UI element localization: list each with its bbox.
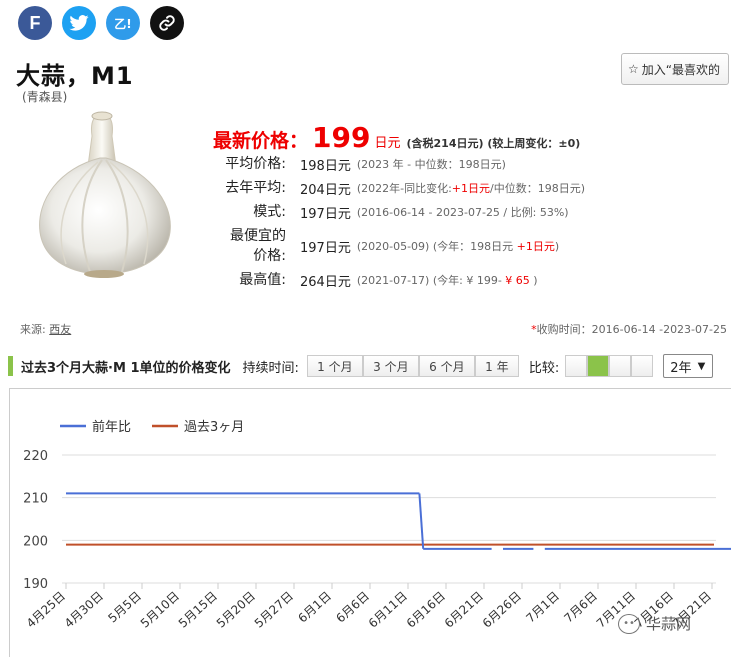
twitter-share-button[interactable] <box>62 6 96 40</box>
compare-toggle-active[interactable] <box>587 355 610 377</box>
stat-row-cheapest: 最便宜的价格: 197日元 (2020-05-09) (今年：198日元 +1日… <box>210 224 730 268</box>
x-tick-label: 4月30日 <box>62 589 106 631</box>
x-tick-label: 6月26日 <box>480 589 524 631</box>
share-bar: F 乙! <box>18 6 184 40</box>
stat-note-change: ¥ 65 <box>505 274 530 287</box>
stat-value: 197日元 <box>300 206 351 222</box>
chart-section-title: 过去3个月大蒜·M 1单位的价格变化 <box>21 360 231 376</box>
stat-note: (2023 年 - 中位数：198日元) <box>356 158 506 171</box>
y-tick-label: 200 <box>23 534 48 549</box>
stat-row-average: 平均价格: 198日元 (2023 年 - 中位数：198日元) <box>210 152 730 176</box>
stat-note-post: ) <box>529 274 538 287</box>
compare-toggle[interactable] <box>631 355 654 377</box>
product-title: 大蒜，M1 <box>16 62 134 90</box>
stat-note-pre: (2022年-同比变化: <box>356 182 452 195</box>
duration-6-months-button[interactable]: 6 个月 <box>418 355 475 377</box>
link-icon <box>159 15 175 31</box>
y-tick-label: 190 <box>23 577 48 592</box>
x-tick-label: 5月27日 <box>252 589 296 631</box>
stat-value: 197日元 <box>300 240 351 256</box>
latest-price-note: (含税214日元) (较上周变化：±0) <box>406 137 581 150</box>
stat-value: 198日元 <box>300 158 351 174</box>
stat-value: 264日元 <box>300 274 351 290</box>
legend-label: 前年比 <box>92 419 131 435</box>
stat-note-post: /中位数：198日元) <box>490 182 586 195</box>
stat-note: (2020-05-09) (今年：198日元 +1日元) <box>357 238 559 254</box>
copy-link-button[interactable] <box>150 6 184 40</box>
duration-label: 持续时间: <box>242 360 299 376</box>
y-tick-label: 220 <box>23 449 48 464</box>
x-tick-label: 6月21日 <box>442 589 486 631</box>
product-location: (青森县) <box>22 90 68 104</box>
watermark: •• 华蒜网 <box>618 613 691 634</box>
stat-note: (2021-07-17) (今年: ¥ 199- ¥ 65 ) <box>357 272 538 288</box>
x-tick-label: 6月16日 <box>404 589 448 631</box>
stat-note-pre: (2021-07-17) (今年: ¥ 199- <box>356 274 506 287</box>
price-stats: 平均价格: 198日元 (2023 年 - 中位数：198日元) 去年平均: 2… <box>210 152 730 292</box>
y-tick-label: 210 <box>23 492 48 507</box>
add-favorite-label: 加入“最喜欢的 <box>641 62 720 77</box>
duration-3-months-button[interactable]: 3 个月 <box>362 355 419 377</box>
star-outline-icon: ☆ <box>628 62 639 76</box>
stat-note-change: +1日元 <box>516 240 555 253</box>
period-select-value: 2年 <box>670 360 692 376</box>
add-favorite-button[interactable]: ☆ 加入“最喜欢的 <box>621 53 729 85</box>
x-tick-label: 6月11日 <box>366 589 410 631</box>
latest-price-value: 199 <box>312 121 371 154</box>
source-label: 来源: <box>20 323 46 336</box>
collection-period-text: 收购时间：2016-06-14 -2023-07-25 <box>536 323 727 336</box>
stat-label: 最便宜的价格: <box>230 228 286 264</box>
stat-note-change: +1日元 <box>451 182 491 195</box>
other-share-button[interactable]: 乙! <box>106 6 140 40</box>
watermark-text: 华蒜网 <box>646 615 692 633</box>
duration-buttons: 1 个月 3 个月 6 个月 1 年 <box>306 355 519 377</box>
chevron-down-icon: ▼ <box>697 360 706 372</box>
stat-row-highest: 最高值: 264日元 (2021-07-17) (今年: ¥ 199- ¥ 65… <box>210 268 730 292</box>
stat-value: 204日元 <box>300 182 351 198</box>
legend-label: 過去3ヶ月 <box>184 420 244 435</box>
source: 来源: 西友 <box>20 321 71 337</box>
collection-period: *收购时间：2016-06-14 -2023-07-25 <box>531 321 727 337</box>
stat-label: 模式: <box>253 204 286 220</box>
latest-price: 最新价格： 199 日元 (含税214日元) (较上周变化：±0) <box>213 121 580 154</box>
duration-1-year-button[interactable]: 1 年 <box>474 355 519 377</box>
chart-toolbar: 过去3个月大蒜·M 1单位的价格变化 持续时间: 1 个月 3 个月 6 个月 … <box>8 354 731 378</box>
latest-price-unit: 日元 <box>374 136 401 151</box>
twitter-icon <box>69 15 89 31</box>
stat-row-last-year: 去年平均: 204日元 (2022年-同比变化:+1日元/中位数：198日元) <box>210 176 730 200</box>
x-tick-label: 5月20日 <box>214 589 258 631</box>
compare-label: 比较: <box>528 360 560 376</box>
period-select[interactable]: 2年 ▼ <box>663 354 714 378</box>
compare-toggles <box>565 355 654 377</box>
x-tick-label: 6月1日 <box>295 589 334 626</box>
x-tick-label: 7月1日 <box>523 589 562 626</box>
source-link[interactable]: 西友 <box>49 323 71 336</box>
stat-note-pre: (2020-05-09) (今年：198日元 <box>356 240 517 253</box>
stat-row-mode: 模式: 197日元 (2016-06-14 - 2023-07-25 / 比例:… <box>210 200 730 224</box>
x-tick-label: 5月15日 <box>176 589 220 631</box>
stat-note-post: ) <box>554 240 560 253</box>
section-marker <box>8 356 13 376</box>
x-tick-label: 4月25日 <box>24 589 68 631</box>
duration-1-month-button[interactable]: 1 个月 <box>306 355 363 377</box>
stat-label: 平均价格: <box>225 156 286 172</box>
compare-toggle[interactable] <box>609 355 632 377</box>
compare-toggle[interactable] <box>565 355 588 377</box>
garlic-image <box>39 111 171 278</box>
facebook-share-button[interactable]: F <box>18 6 52 40</box>
wechat-logo-icon: •• <box>618 613 640 634</box>
stat-note: (2022年-同比变化:+1日元/中位数：198日元) <box>357 180 585 196</box>
stat-label: 去年平均: <box>225 180 286 196</box>
stat-note: (2016-06-14 - 2023-07-25 / 比例: 53%) <box>356 206 569 219</box>
latest-price-label: 最新价格： <box>213 130 309 152</box>
x-tick-label: 5月10日 <box>138 589 182 631</box>
stat-label: 最高值: <box>239 272 286 288</box>
